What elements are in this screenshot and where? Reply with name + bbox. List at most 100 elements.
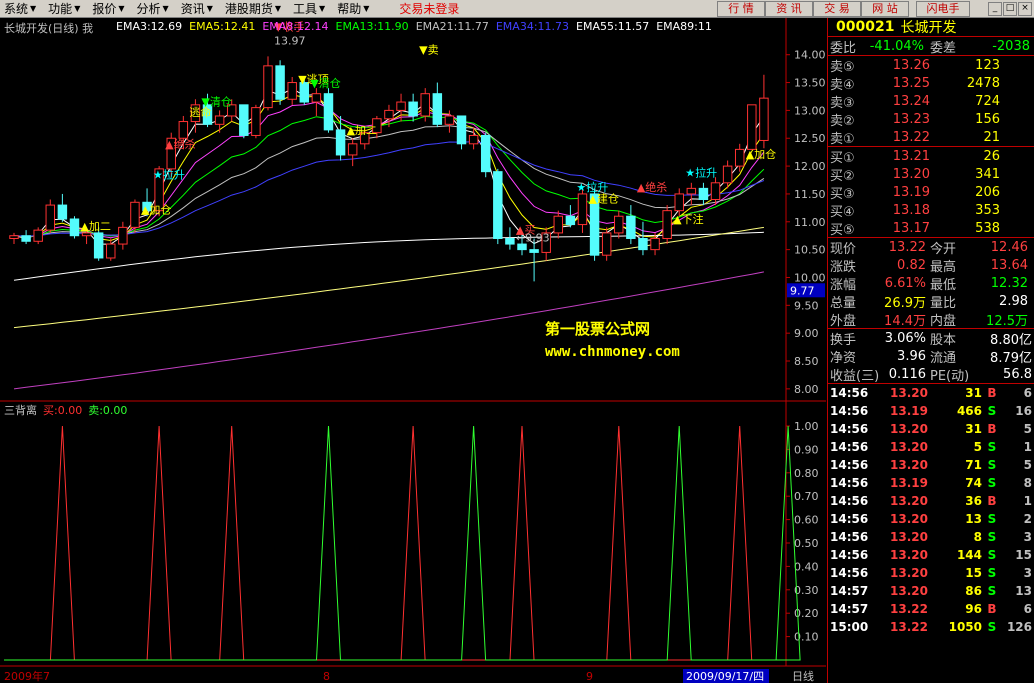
stat-row-1: 涨跌 0.82 最高 13.64 — [828, 256, 1034, 275]
menu-item-7[interactable]: 帮助 ▼ — [333, 0, 377, 17]
candle — [698, 182, 709, 206]
ask-price: 13.26 — [892, 57, 930, 73]
tick-side: S — [987, 404, 997, 418]
menu-item-4[interactable]: 资讯 ▼ — [177, 0, 221, 17]
chevron-down-icon: ▼ — [30, 4, 37, 13]
bid-row-3[interactable]: 买④ 13.18 353 — [828, 201, 1034, 220]
tick-side: B — [987, 602, 997, 616]
candle-body — [33, 229, 43, 242]
candle-body — [614, 215, 624, 234]
ask-row-0[interactable]: 卖⑤ 13.26 123 — [828, 56, 1034, 75]
ask-price: 13.22 — [892, 129, 930, 145]
bid-row-1[interactable]: 买② 13.20 341 — [828, 165, 1034, 184]
top-button-1[interactable]: 资 讯 — [765, 1, 813, 17]
stats-list: 现价 13.22 今开 12.46 涨跌 0.82 最高 13.64 涨幅 6.61% 最低 12.3… — [828, 237, 1034, 329]
tick-price: 13.20 — [890, 440, 928, 454]
weibi-value: -41.04% — [869, 38, 924, 54]
trade-status[interactable]: 交易未登录 — [399, 0, 459, 17]
signal-annotation: ←9.93 — [516, 231, 550, 244]
menu-item-5[interactable]: 港股期货 ▼ — [221, 0, 289, 17]
top-button-0[interactable]: 行 情 — [717, 1, 765, 17]
bid-row-4[interactable]: 买⑤ 13.17 538 — [828, 219, 1034, 238]
top-button-3[interactable]: 网 站 — [861, 1, 909, 17]
menu-item-3[interactable]: 分析 ▼ — [133, 0, 177, 17]
stat-label: 最低 — [930, 277, 957, 293]
tick-row-4: 14:56 13.20 71 S 5 — [828, 456, 1034, 474]
bid-price: 13.20 — [892, 166, 930, 182]
candle-body — [468, 134, 479, 145]
sub-ytick-label: 0.50 — [794, 537, 819, 550]
stat2-value: 8.80亿 — [990, 332, 1032, 348]
tick-row-2: 14:56 13.20 31 B 5 — [828, 420, 1034, 438]
menu-item-6[interactable]: 工具 ▼ — [289, 0, 333, 17]
tick-volume: 74 — [965, 476, 982, 490]
stat-label: 现价 — [830, 241, 857, 257]
candle-body — [493, 171, 503, 239]
ytick-label: 13.00 — [794, 104, 826, 117]
tick-count: 2 — [1023, 512, 1032, 526]
sub-ytick-label: 0.70 — [794, 490, 819, 503]
period-label[interactable]: 日线 — [792, 669, 814, 683]
signal-annotation: ▲加二 — [347, 124, 377, 137]
candle — [638, 221, 648, 256]
stat2-value: 3.06% — [884, 330, 926, 346]
candle-body — [505, 237, 515, 245]
candle — [239, 104, 249, 139]
tick-row-8: 14:56 13.20 8 S 3 — [828, 528, 1034, 546]
tick-count: 126 — [1006, 620, 1032, 634]
chart-area[interactable]: 14.00 13.50 13.00 12.50 12.00 11.50 11.00 10.50… — [0, 18, 826, 683]
menu-item-0[interactable]: 系统 ▼ — [0, 0, 44, 17]
tick-side: B — [987, 422, 997, 436]
bid-row-2[interactable]: 买③ 13.19 206 — [828, 183, 1034, 202]
candle-body — [106, 243, 116, 259]
candle-body — [734, 148, 745, 167]
ask-row-3[interactable]: 卖② 13.23 156 — [828, 110, 1034, 129]
chevron-down-icon: ▼ — [363, 4, 370, 13]
tick-list[interactable]: 14:56 13.20 31 B 6 14:56 13.19 466 S 16 14:56 13.20… — [828, 383, 1034, 636]
stat2-label: 流通 — [930, 350, 957, 366]
tick-time: 14:56 — [830, 566, 869, 580]
candle-body — [81, 232, 92, 237]
candle-body — [396, 101, 406, 111]
ytick-label: 12.00 — [794, 160, 826, 173]
tick-row-10: 14:56 13.20 15 S 3 — [828, 564, 1034, 582]
menu-item-2[interactable]: 报价 ▼ — [88, 0, 132, 17]
top-button-4[interactable]: 闪电手 — [916, 1, 970, 17]
ask-row-4[interactable]: 卖① 13.22 21 — [828, 128, 1034, 147]
tick-count: 6 — [1023, 386, 1032, 400]
menu-item-1[interactable]: 功能 ▼ — [44, 0, 88, 17]
kline-chart-svg[interactable]: 14.00 13.50 13.00 12.50 12.00 11.50 11.00 10.50… — [0, 18, 826, 683]
ask-row-2[interactable]: 卖③ 13.24 724 — [828, 92, 1034, 111]
candle-body — [650, 237, 660, 251]
tick-side: B — [987, 494, 997, 508]
top-button-2[interactable]: 交 易 — [813, 1, 861, 17]
signal-annotation: ▼清仓 — [201, 94, 231, 108]
sub-ytick-label: 0.40 — [794, 560, 819, 573]
candle — [263, 56, 273, 111]
ask-row-1[interactable]: 卖④ 13.25 2478 — [828, 74, 1034, 93]
bid-row-0[interactable]: 买① 13.21 26 — [828, 147, 1034, 166]
long-ma-line-2 — [13, 271, 764, 390]
tick-price: 13.20 — [890, 458, 928, 472]
candle-body — [565, 215, 576, 226]
candle — [21, 230, 31, 245]
menu-items: 系统 ▼ 功能 ▼ 报价 ▼ 分析 ▼ 资讯 ▼ 港股期货 ▼ 工具 ▼ 帮助 ▼ — [0, 0, 377, 17]
candle — [710, 177, 721, 206]
menu-label: 报价 — [92, 2, 117, 16]
maximize-icon[interactable]: □ — [1003, 2, 1017, 16]
ema-legend: EMA3:12.69 EMA5:12.41 EMA8:12.14 EMA13:11.9… — [116, 20, 712, 33]
ask-price: 13.24 — [892, 93, 930, 109]
sub-ytick-label: 0.80 — [794, 467, 819, 480]
tick-time: 14:56 — [830, 386, 869, 400]
tick-row-9: 14:56 13.20 144 S 15 — [828, 546, 1034, 564]
stat2-label: PE(动) — [930, 368, 970, 384]
sub-ytick-label: 0.90 — [794, 443, 819, 456]
tick-count: 1 — [1023, 494, 1032, 508]
bid-label: 买① — [830, 150, 855, 166]
candle-body — [45, 204, 56, 231]
close-icon[interactable]: × — [1018, 2, 1032, 16]
ask-list: 卖⑤ 13.26 123 卖④ 13.25 2478 卖③ 13.24 724 卖② 13.23 15… — [828, 55, 1034, 147]
candle — [505, 227, 515, 250]
minimize-icon[interactable]: _ — [988, 2, 1002, 16]
candle — [384, 104, 394, 128]
